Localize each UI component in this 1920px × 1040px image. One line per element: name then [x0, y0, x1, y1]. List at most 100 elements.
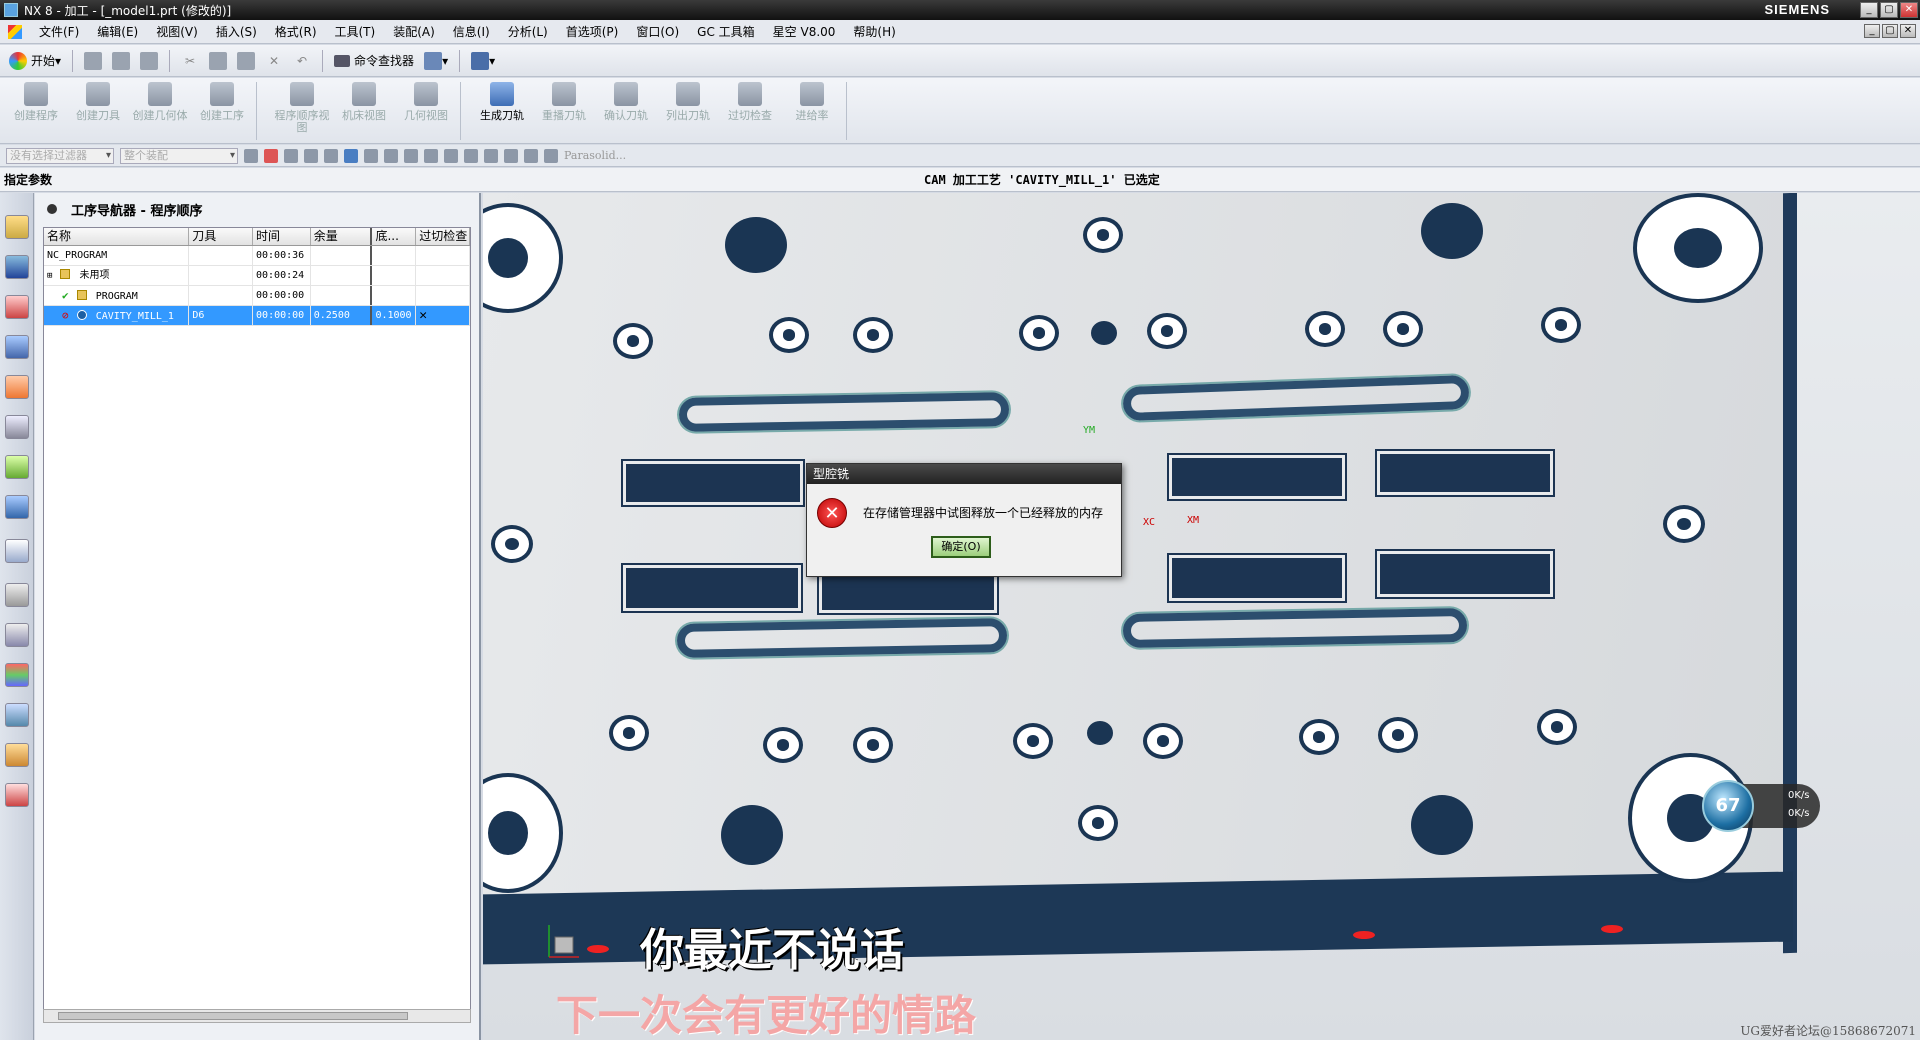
column-time[interactable]: 时间: [253, 228, 311, 245]
manufacturing-wizards-icon[interactable]: [5, 703, 29, 727]
close-button[interactable]: ✕: [1900, 2, 1918, 18]
system-materials-icon[interactable]: [5, 623, 29, 647]
delete-button[interactable]: ✕: [262, 49, 286, 73]
menu-assemblies[interactable]: 装配(A): [384, 23, 444, 40]
list-toolpath-label: 列出刀轨: [666, 109, 710, 122]
select-arrow-icon[interactable]: [284, 148, 298, 163]
shaded-cube-icon[interactable]: [344, 148, 358, 163]
menu-preferences[interactable]: 首选项(P): [557, 23, 628, 40]
point-icon[interactable]: [444, 148, 458, 163]
ok-button[interactable]: 确定(O): [931, 536, 991, 558]
reuse-library-icon[interactable]: [5, 415, 29, 439]
menu-view[interactable]: 视图(V): [147, 23, 207, 40]
bolt-hole: [1143, 723, 1183, 759]
column-tool[interactable]: 刀具: [189, 228, 253, 245]
menu-help[interactable]: 帮助(H): [844, 23, 904, 40]
create-operation-button[interactable]: 创建工序: [192, 82, 252, 140]
column-gouge-check[interactable]: 过切检查: [416, 228, 470, 245]
geometry-view-button[interactable]: 几何视图: [396, 82, 456, 140]
scrollbar-thumb[interactable]: [58, 1012, 408, 1020]
machine-tool-view-button[interactable]: 机床视图: [334, 82, 394, 140]
create-program-button[interactable]: 创建程序: [6, 82, 66, 140]
create-tool-button[interactable]: 创建刀具: [68, 82, 128, 140]
minimize-button[interactable]: _: [1860, 2, 1878, 18]
graphics-window[interactable]: YM XC XM: [483, 193, 1920, 1040]
horizontal-scrollbar[interactable]: [43, 1009, 471, 1023]
history-icon[interactable]: [5, 539, 29, 563]
filter-funnel-icon[interactable]: [544, 148, 558, 163]
column-floor[interactable]: 底...: [372, 228, 417, 245]
menu-insert[interactable]: 插入(S): [207, 23, 266, 40]
doc-minimize-button[interactable]: _: [1864, 24, 1880, 38]
wireframe-icon[interactable]: [364, 148, 378, 163]
verify-toolpath-icon: [614, 82, 638, 106]
verify-toolpath-button[interactable]: 确认刀轨: [596, 82, 656, 140]
new-file-icon: [84, 51, 103, 70]
open-file-button[interactable]: [109, 49, 133, 73]
paste-button[interactable]: [234, 49, 258, 73]
gouge-check-button[interactable]: 过切检查: [720, 82, 780, 140]
annotation-icon[interactable]: [524, 148, 538, 163]
select-lasso-icon[interactable]: [304, 148, 318, 163]
touch-mode-button[interactable]: ▾: [468, 49, 498, 73]
command-finder-button[interactable]: 命令查找器: [331, 49, 417, 73]
network-speed-widget[interactable]: 67 0K/s 0K/s: [1702, 780, 1820, 832]
save-button[interactable]: [137, 49, 161, 73]
machine-navigator-icon[interactable]: [5, 375, 29, 399]
menu-analysis[interactable]: 分析(L): [499, 23, 557, 40]
menu-format[interactable]: 格式(R): [266, 23, 326, 40]
clock-icon[interactable]: [5, 583, 29, 607]
filter-reset-icon[interactable]: [244, 148, 258, 163]
process-studio-icon[interactable]: [5, 663, 29, 687]
type-filter-combo[interactable]: 没有选择过滤器: [6, 147, 114, 164]
menu-information[interactable]: 信息(I): [444, 23, 499, 40]
menu-file[interactable]: 文件(F): [30, 23, 88, 40]
undo-button[interactable]: ↶: [290, 49, 314, 73]
cut-button[interactable]: ✂: [178, 49, 202, 73]
menu-window[interactable]: 窗口(O): [627, 23, 688, 40]
new-file-button[interactable]: [81, 49, 105, 73]
generate-toolpath-button[interactable]: 生成刀轨: [472, 82, 532, 140]
edge-icon[interactable]: [404, 148, 418, 163]
table-row-selected[interactable]: ⊘ CAVITY_MILL_1 D6 00:00:00 0.2500 0.100…: [44, 306, 470, 326]
doc-restore-button[interactable]: ▢: [1882, 24, 1898, 38]
expand-plus-icon[interactable]: ⊞: [47, 271, 52, 281]
column-stock[interactable]: 余量: [311, 228, 373, 245]
create-geometry-button[interactable]: 创建几何体: [130, 82, 190, 140]
replay-toolpath-button[interactable]: 重播刀轨: [534, 82, 594, 140]
doc-close-button[interactable]: ✕: [1900, 24, 1916, 38]
circle-icon[interactable]: [504, 148, 518, 163]
column-name[interactable]: 名称: [44, 228, 190, 245]
datum-icon[interactable]: [464, 148, 478, 163]
table-row[interactable]: NC_PROGRAM 00:00:36: [44, 246, 470, 266]
assembly-navigator-icon[interactable]: [5, 215, 29, 239]
maximize-button[interactable]: ▢: [1880, 2, 1898, 18]
sketch-icon[interactable]: [484, 148, 498, 163]
selection-options-button[interactable]: ▾: [421, 49, 451, 73]
menu-gc-toolkit[interactable]: GC 工具箱: [688, 23, 764, 40]
list-toolpath-button[interactable]: 列出刀轨: [658, 82, 718, 140]
pin-icon[interactable]: [47, 204, 57, 214]
snap-point-icon[interactable]: [264, 148, 278, 163]
menu-xingkong[interactable]: 星空 V8.00: [764, 23, 845, 40]
copy-button[interactable]: [206, 49, 230, 73]
selection-scope-combo[interactable]: 整个装配: [120, 147, 238, 164]
web-browser-icon[interactable]: [5, 495, 29, 519]
body-icon[interactable]: [424, 148, 438, 163]
hd3d-tools-icon[interactable]: [5, 455, 29, 479]
feedrate-button[interactable]: 进给率: [782, 82, 842, 140]
menu-edit[interactable]: 编辑(E): [88, 23, 147, 40]
operation-navigator-icon[interactable]: [5, 335, 29, 359]
select-rectangle-icon[interactable]: [324, 148, 338, 163]
face-icon[interactable]: [384, 148, 398, 163]
program-order-view-button[interactable]: 程序顺序视图: [272, 82, 332, 140]
table-row[interactable]: ✔ PROGRAM 00:00:00: [44, 286, 470, 306]
start-button[interactable]: 开始 ▾: [6, 49, 64, 73]
part-navigator-icon[interactable]: [5, 295, 29, 319]
menu-tools[interactable]: 工具(T): [326, 23, 385, 40]
system-scene-icon[interactable]: [5, 783, 29, 807]
constraint-navigator-icon[interactable]: [5, 255, 29, 279]
table-row[interactable]: ⊞ 未用项 00:00:24: [44, 266, 470, 286]
nx-menu-logo-icon[interactable]: [8, 24, 22, 39]
roles-icon[interactable]: [5, 743, 29, 767]
